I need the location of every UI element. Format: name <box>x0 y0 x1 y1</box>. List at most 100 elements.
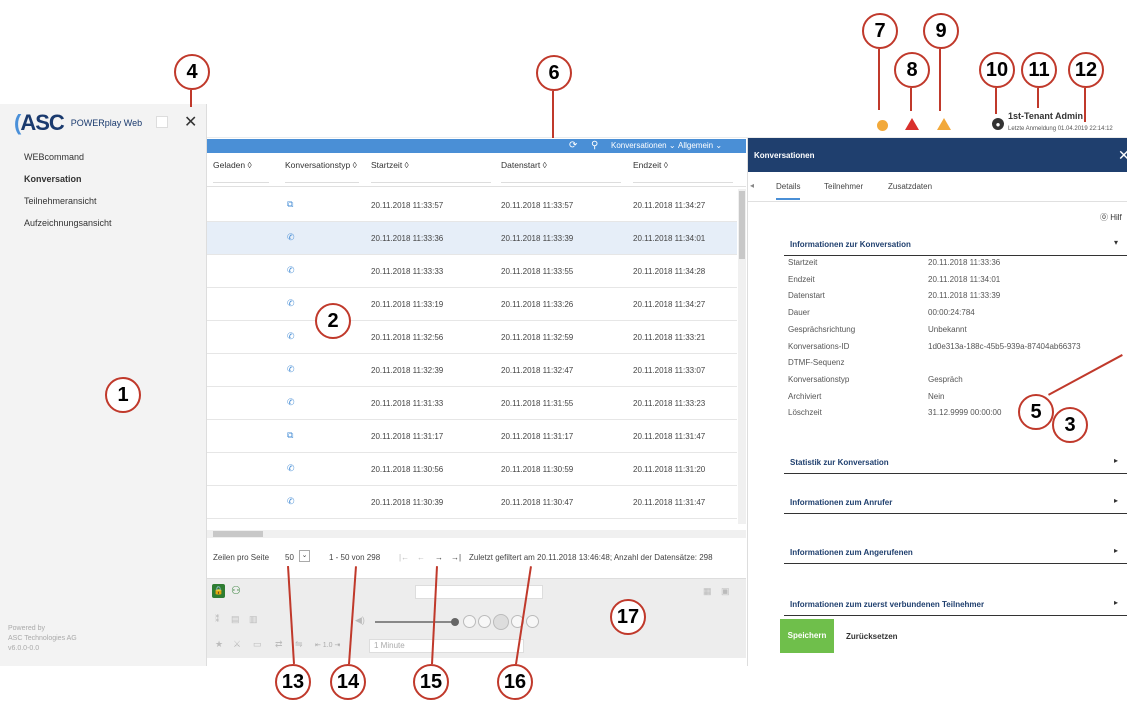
conversation-table: Geladen ◊ Konversationstyp ◊ Startzeit ◊… <box>207 153 746 538</box>
phone-type-icon: ✆ <box>287 331 295 341</box>
sync-icon[interactable]: ⇋ <box>295 639 303 650</box>
cut-icon[interactable]: ⚔ <box>233 639 241 650</box>
tab-teilnehmer[interactable]: Teilnehmer <box>824 182 863 191</box>
playback-rate[interactable]: ⇤ 1.0 ⇥ <box>315 641 340 649</box>
conversations-menu[interactable]: Konversationen ⌄ <box>611 141 676 150</box>
tab-details[interactable]: Details <box>776 182 801 200</box>
help-link[interactable]: ⓪ Hilf <box>1100 212 1122 223</box>
waveform-icon[interactable]: ▥ <box>249 614 258 625</box>
section-info-conversation[interactable]: Informationen zur Konversation ▾ <box>784 232 1127 256</box>
sidebar-item-teilnehmeransicht[interactable]: Teilnehmeransicht <box>24 190 112 212</box>
player-settings-icon[interactable]: ▣ <box>721 586 730 597</box>
table-row[interactable]: ✆ 20.11.2018 11:33:19 20.11.2018 11:33:26 2… <box>207 288 737 321</box>
cell-start: 20.11.2018 11:32:56 <box>371 333 444 342</box>
table-row[interactable]: ✆ 20.11.2018 11:32:39 20.11.2018 11:32:47 2… <box>207 354 737 387</box>
save-button[interactable]: Speichern <box>780 619 834 653</box>
column-header-datenstart[interactable]: Datenstart ◊ <box>501 160 547 170</box>
cell-end: 20.11.2018 11:34:01 <box>633 234 706 243</box>
sidebar-pin-toggle[interactable] <box>156 116 168 128</box>
sidebar-item-webcommand[interactable]: WEBcommand <box>24 146 112 168</box>
volume-slider[interactable] <box>375 621 453 623</box>
sidebar-item-konversation[interactable]: Konversation <box>24 168 112 190</box>
callout-leader-line <box>190 90 192 107</box>
error-status-icon[interactable] <box>905 118 919 130</box>
table-row[interactable]: ✆ 20.11.2018 11:30:39 20.11.2018 11:30:47 2… <box>207 486 737 519</box>
cell-end: 20.11.2018 11:33:21 <box>633 333 706 342</box>
vertical-scrollbar[interactable] <box>738 189 746 524</box>
skip-forward-button[interactable] <box>526 615 539 628</box>
general-menu[interactable]: Allgemein ⌄ <box>678 141 722 150</box>
refresh-icon[interactable]: ⟳ <box>569 140 577 151</box>
phone-type-icon: ✆ <box>287 397 295 407</box>
phone-type-icon: ✆ <box>287 496 295 506</box>
sidebar-item-aufzeichnungsansicht[interactable]: Aufzeichnungsansicht <box>24 212 112 234</box>
warning-status-icon[interactable] <box>937 118 951 130</box>
player-option-icon[interactable]: ▦ <box>703 586 712 597</box>
play-button[interactable] <box>493 614 509 630</box>
callout-3: 3 <box>1052 407 1088 443</box>
table-row[interactable]: ⧉ 20.11.2018 11:31:17 20.11.2018 11:31:17 2… <box>207 420 737 453</box>
rewind-button[interactable] <box>478 615 491 628</box>
section-statistics[interactable]: Statistik zur Konversation ▸ <box>784 450 1127 474</box>
first-page-button[interactable]: |← <box>399 553 409 562</box>
section-caller[interactable]: Informationen zum Anrufer ▸ <box>784 490 1127 514</box>
field-value: 00:00:24:784 <box>928 308 975 318</box>
callout-13: 13 <box>275 664 311 700</box>
column-header-konversationstyp[interactable]: Konversationstyp ◊ <box>285 160 357 170</box>
callout-10: 10 <box>979 52 1015 88</box>
section-title: Informationen zum Angerufenen <box>790 548 913 557</box>
cell-end: 20.11.2018 11:31:20 <box>633 465 706 474</box>
close-icon[interactable]: ✕ <box>1118 147 1127 164</box>
cell-data-start: 20.11.2018 11:31:17 <box>501 432 574 441</box>
prev-page-button[interactable]: ← <box>417 553 425 562</box>
callout-11: 11 <box>1021 52 1057 88</box>
volume-icon[interactable]: ◀) <box>355 615 365 626</box>
filter-icon[interactable]: ⚲ <box>591 140 598 151</box>
next-page-button[interactable]: → <box>435 553 443 562</box>
column-header-endzeit[interactable]: Endzeit ◊ <box>633 160 668 170</box>
tab-zusatzdaten[interactable]: Zusatzdaten <box>888 182 932 191</box>
sidebar-close-icon[interactable]: ✕ <box>184 112 197 132</box>
column-header-geladen[interactable]: Geladen ◊ <box>213 160 252 170</box>
marker-icon[interactable]: ⁑ <box>215 614 220 625</box>
table-row[interactable]: ✆ 20.11.2018 11:30:56 20.11.2018 11:30:59 2… <box>207 453 737 486</box>
table-row[interactable]: ✆ 20.11.2018 11:33:36 20.11.2018 11:33:39 2… <box>207 222 737 255</box>
user-name[interactable]: 1st-Tenant Admin <box>1008 111 1083 121</box>
logo-mark: (ASC <box>14 110 65 135</box>
section-first-participant[interactable]: Informationen zum zuerst verbundenen Tei… <box>784 592 1127 616</box>
rows-per-page-value[interactable]: 50 <box>285 553 294 562</box>
skip-back-button[interactable] <box>463 615 476 628</box>
field-label: DTMF-Sequenz <box>788 358 845 368</box>
callout-leader-line <box>878 49 880 110</box>
field-value: Gespräch <box>928 374 963 384</box>
sidebar-nav: WEBcommand Konversation Teilnehmeransich… <box>24 146 112 234</box>
detail-panel-header: Konversationen ✕ <box>748 138 1127 172</box>
volume-slider-knob[interactable] <box>451 618 459 626</box>
callout-15: 15 <box>413 664 449 700</box>
participants-icon[interactable]: ⚇ <box>231 584 241 597</box>
playback-controls <box>463 614 539 630</box>
table-row[interactable]: ✆ 20.11.2018 11:32:56 20.11.2018 11:32:59 2… <box>207 321 737 354</box>
comment-icon[interactable]: ▭ <box>253 639 262 650</box>
cell-end: 20.11.2018 11:33:23 <box>633 399 706 408</box>
tab-scroll-left-icon[interactable]: ◂ <box>750 181 754 190</box>
cell-end: 20.11.2018 11:34:28 <box>633 267 706 276</box>
last-page-button[interactable]: →| <box>451 553 461 562</box>
callout-leader-line <box>939 49 941 111</box>
table-row[interactable]: ✆ 20.11.2018 11:31:33 20.11.2018 11:31:55 2… <box>207 387 737 420</box>
loop-icon[interactable]: ⇄ <box>275 639 283 650</box>
column-header-startzeit[interactable]: Startzeit ◊ <box>371 160 409 170</box>
reset-button[interactable]: Zurücksetzen <box>846 632 898 641</box>
user-icon[interactable]: ● <box>992 118 1004 130</box>
horizontal-scrollbar[interactable] <box>207 530 746 538</box>
table-row[interactable]: ✆ 20.11.2018 11:33:33 20.11.2018 11:33:55 2… <box>207 255 737 288</box>
lock-icon[interactable]: 🔒 <box>212 584 225 598</box>
info-status-icon[interactable] <box>877 120 888 131</box>
interval-select[interactable]: 1 Minute <box>369 639 524 653</box>
section-callee[interactable]: Informationen zum Angerufenen ▸ <box>784 540 1127 564</box>
chevron-right-icon: ▸ <box>1114 598 1119 607</box>
star-icon[interactable]: ★ <box>215 639 223 650</box>
table-row[interactable]: ⧉ 20.11.2018 11:33:57 20.11.2018 11:33:57 2… <box>207 189 737 222</box>
grid-icon[interactable]: ▤ <box>231 614 240 625</box>
rows-per-page-dropdown[interactable]: ⌄ <box>299 550 310 562</box>
